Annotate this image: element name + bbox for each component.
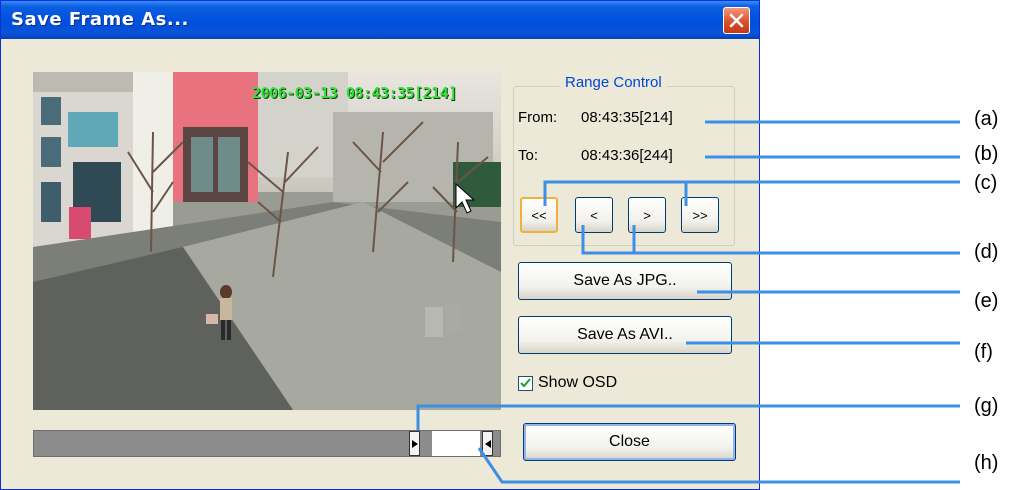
callout-line-g <box>416 404 960 430</box>
callout-line-d <box>581 225 960 255</box>
callout-lines <box>416 120 960 484</box>
callout-label-c: (c) <box>974 172 998 194</box>
callout-label-a: (a) <box>974 108 999 130</box>
callout-label-b: (b) <box>974 143 999 165</box>
callout-line-c <box>543 180 960 206</box>
callout-label-d: (d) <box>974 241 999 263</box>
callout-line-h <box>477 447 960 484</box>
callout-label-g: (g) <box>974 395 999 417</box>
callout-label-f: (f) <box>974 341 993 363</box>
callout-label-e: (e) <box>974 290 999 312</box>
callout-label-h: (h) <box>974 452 999 474</box>
